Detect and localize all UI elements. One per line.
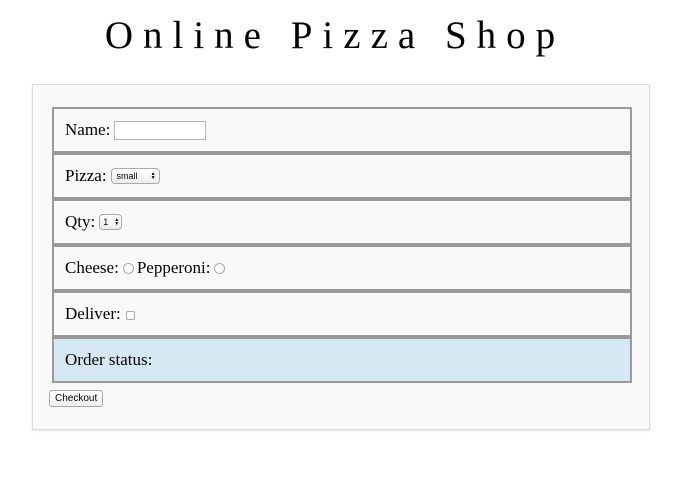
pepperoni-radio[interactable] <box>214 262 226 274</box>
order-status-row: Order status: <box>52 337 632 383</box>
up-down-arrows-icon: ▲ ▼ <box>114 217 120 227</box>
pepperoni-label: Pepperoni: <box>136 258 211 277</box>
name-input[interactable] <box>114 120 207 140</box>
qty-selected-value: 1 <box>103 217 109 227</box>
order-status-label: Order status: <box>65 350 153 369</box>
toppings-row: Cheese: Pepperoni: <box>52 245 632 291</box>
cheese-label: Cheese: <box>65 258 119 277</box>
page-title: Online Pizza Shop <box>104 14 566 57</box>
pizza-size-selected-value: small <box>116 171 138 181</box>
pizza-row: Pizza: small ▲ ▼ <box>52 153 632 199</box>
deliver-label: Deliver: <box>65 304 121 323</box>
deliver-row: Deliver: <box>52 291 632 337</box>
up-down-arrows-icon: ▲ ▼ <box>150 171 156 181</box>
checkout-button[interactable]: Checkout <box>49 390 104 407</box>
cheese-radio[interactable] <box>122 262 134 274</box>
qty-select[interactable]: 1 ▲ ▼ <box>99 214 123 230</box>
name-row: Name: <box>52 107 632 153</box>
qty-label: Qty: <box>65 212 96 231</box>
order-form-panel: Name: Pizza: small ▲ ▼ Qty: 1 ▲ ▼ Cheese: … <box>32 84 650 430</box>
qty-row: Qty: 1 ▲ ▼ <box>52 199 632 245</box>
deliver-checkbox[interactable] <box>125 311 135 320</box>
name-label: Name: <box>65 120 111 139</box>
pizza-label: Pizza: <box>65 166 107 185</box>
pizza-size-select[interactable]: small ▲ ▼ <box>110 168 160 184</box>
